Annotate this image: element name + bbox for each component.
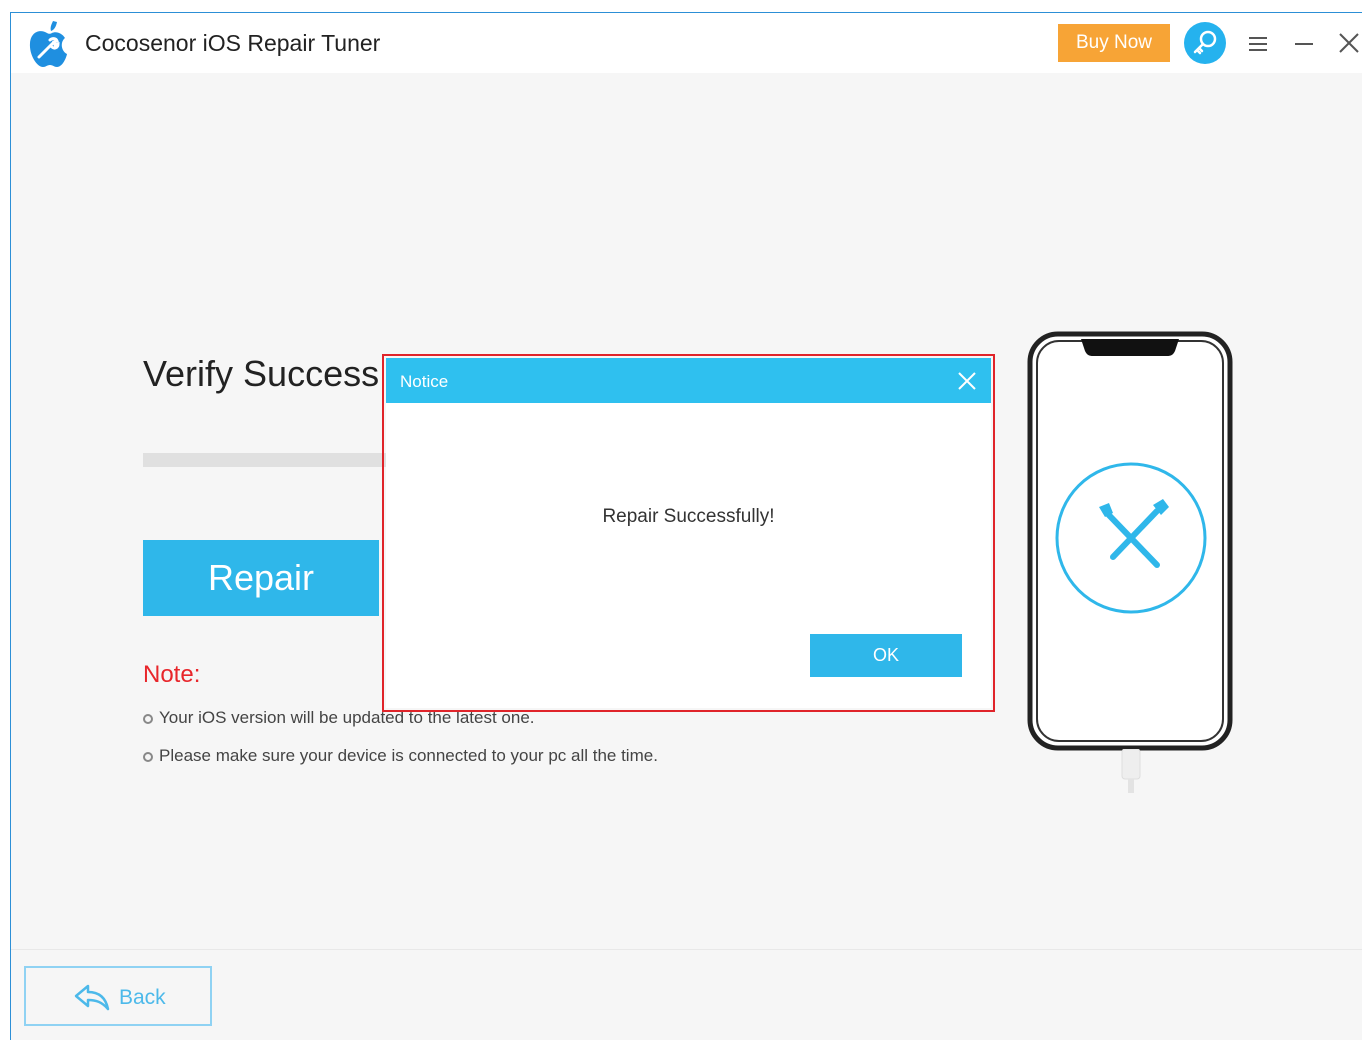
ok-button[interactable]: OK (810, 634, 962, 677)
iphone-illustration (1027, 331, 1233, 751)
back-arrow-icon (74, 984, 110, 1011)
page-title: Verify Success (143, 353, 380, 394)
app-title: Cocosenor iOS Repair Tuner (85, 30, 381, 56)
dialog-message: Repair Successfully! (602, 506, 775, 527)
buy-now-button[interactable]: Buy Now (1058, 24, 1170, 62)
minimize-icon[interactable] (1293, 33, 1315, 55)
dialog-title: Notice (400, 372, 449, 391)
close-icon[interactable] (1337, 31, 1361, 55)
bullet-icon (143, 752, 153, 762)
app-window: Cocosenor iOS Repair Tuner Buy Now Verif… (10, 12, 1362, 1040)
notice-dialog: Notice Repair Successfully! OK (386, 358, 991, 708)
note-label: Note: (143, 661, 201, 688)
title-bar: Cocosenor iOS Repair Tuner Buy Now (11, 13, 1362, 73)
repair-button[interactable]: Repair (143, 540, 379, 616)
footer-divider (11, 949, 1362, 950)
bullet-icon (143, 714, 153, 724)
key-icon[interactable] (1184, 22, 1226, 64)
note-text: Please make sure your device is connecte… (159, 746, 658, 765)
menu-icon[interactable] (1247, 33, 1269, 55)
back-button[interactable]: Back (24, 966, 212, 1026)
note-item: Please make sure your device is connecte… (143, 746, 658, 766)
cable-icon (1121, 749, 1141, 793)
dialog-header: Notice (386, 358, 991, 403)
back-label: Back (119, 986, 166, 1009)
app-logo-icon (29, 21, 67, 67)
dialog-close-icon[interactable] (956, 370, 978, 392)
